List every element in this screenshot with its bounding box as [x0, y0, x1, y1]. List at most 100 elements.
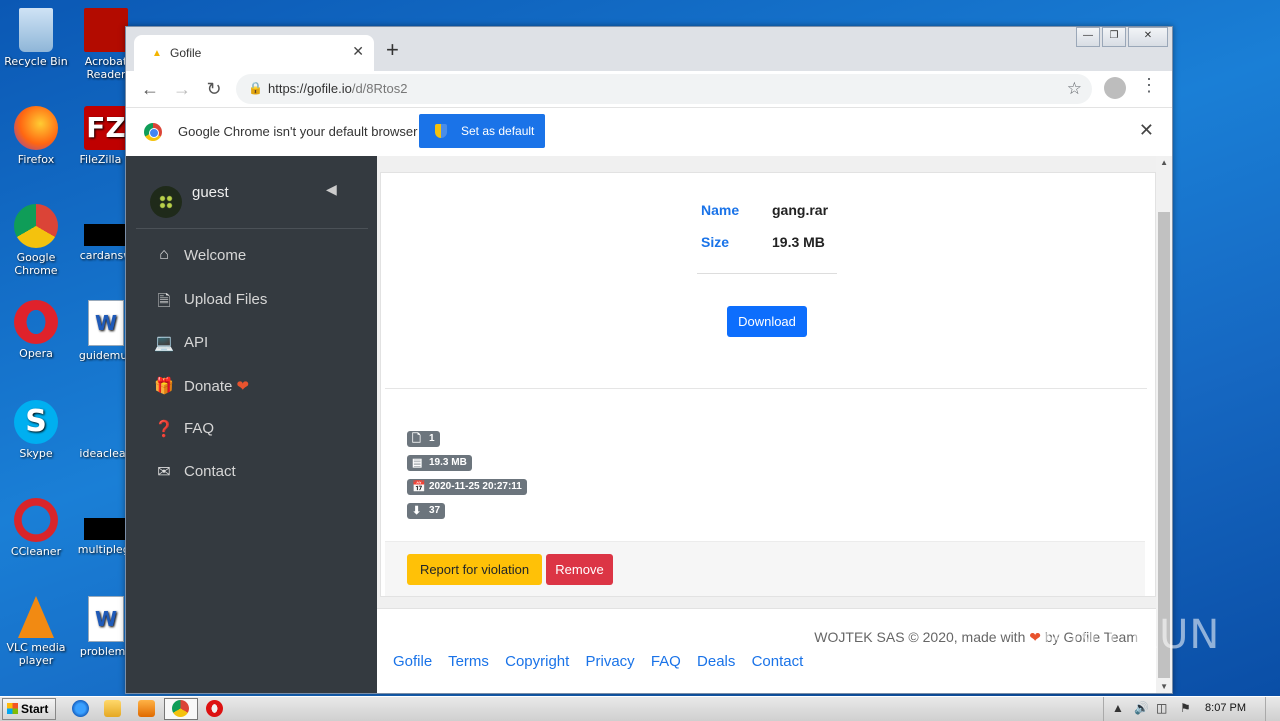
- start-button[interactable]: Start: [2, 698, 56, 720]
- credit-prefix: WOJTEK SAS © 2020, made with: [814, 629, 1026, 645]
- browser-window: ▲ Gofile ✕ + — ❐ ✕ ← → ↻ 🔒 https://gofil…: [125, 26, 1173, 694]
- report-violation-button[interactable]: Report for violation: [407, 554, 542, 585]
- media-player-icon[interactable]: [138, 700, 155, 717]
- footer-link-privacy[interactable]: Privacy: [585, 653, 634, 670]
- vlc-icon: [18, 596, 54, 638]
- opera-icon[interactable]: [206, 700, 223, 717]
- chrome-icon: [172, 700, 189, 717]
- menu-kebab-icon[interactable]: ⋮: [1140, 75, 1158, 96]
- badge-size: 19.3 MB: [429, 457, 467, 468]
- upload-file-icon: 🗎: [157, 293, 171, 310]
- acrobat-reader-icon: [84, 8, 128, 52]
- download-count: 37: [429, 505, 441, 516]
- section-divider: [385, 388, 1147, 389]
- api-icon: 💻: [154, 335, 174, 352]
- footer-link-terms[interactable]: Terms: [448, 653, 489, 670]
- word-doc-icon: W: [88, 300, 124, 346]
- file-icon: [84, 518, 128, 540]
- tab-title: Gofile: [170, 46, 202, 60]
- volume-icon[interactable]: 🔊: [1134, 701, 1149, 715]
- ie-icon[interactable]: [72, 700, 89, 717]
- scrollbar-thumb[interactable]: [1158, 212, 1170, 678]
- desktop-icon-skype[interactable]: S Skype: [0, 400, 72, 460]
- url-host: https://gofile.io: [268, 81, 352, 96]
- firefox-icon: [14, 106, 58, 150]
- clock[interactable]: 8:07 PM: [1205, 702, 1246, 714]
- tab-gofile[interactable]: ▲ Gofile ✕: [134, 35, 374, 71]
- window-close-button[interactable]: ✕: [1128, 27, 1168, 47]
- taskbar-chrome-active[interactable]: [164, 698, 198, 720]
- tab-strip: ▲ Gofile ✕ + — ❐ ✕: [126, 27, 1172, 71]
- set-as-default-label: Set as default: [461, 124, 535, 138]
- sidebar-item-label: Welcome: [184, 247, 247, 264]
- address-bar[interactable]: 🔒 https://gofile.io/d/8Rtos2 ☆: [236, 74, 1092, 104]
- footer-links: Gofile Terms Copyright Privacy FAQ Deals…: [393, 653, 815, 670]
- sidebar-item-welcome[interactable]: ⌂ Welcome: [154, 244, 364, 274]
- scroll-down-icon[interactable]: ▼: [1160, 682, 1168, 691]
- footer-link-contact[interactable]: Contact: [752, 653, 804, 670]
- bookmark-star-icon[interactable]: ☆: [1067, 79, 1082, 99]
- recycle-bin-icon: [19, 8, 53, 52]
- explorer-folder-icon[interactable]: [104, 700, 121, 717]
- avatar: [150, 186, 182, 218]
- sidebar-item-label: Donate ❤: [184, 377, 249, 395]
- anyrun-watermark: ANY.RUN: [1040, 612, 1221, 658]
- download-count-icon: ⬇: [412, 505, 422, 517]
- url-text: https://gofile.io/d/8Rtos2: [268, 81, 407, 96]
- desktop-icon-firefox[interactable]: Firefox: [0, 106, 72, 166]
- sidebar-item-contact[interactable]: ✉ Contact: [154, 460, 364, 490]
- taskbar: Start ▲ 🔊 ◫ ⚑ 8:07 PM: [0, 696, 1280, 721]
- set-as-default-button[interactable]: Set as default: [419, 114, 545, 148]
- desktop-icon-opera[interactable]: Opera: [0, 300, 72, 360]
- tray-expand-icon[interactable]: ▲: [1112, 701, 1124, 715]
- download-button[interactable]: Download: [727, 306, 807, 337]
- profile-avatar-icon[interactable]: [1104, 77, 1126, 99]
- footer-link-gofile[interactable]: Gofile: [393, 653, 432, 670]
- desktop-icon-ccleaner[interactable]: CCleaner: [0, 498, 72, 558]
- footer-link-deals[interactable]: Deals: [697, 653, 735, 670]
- sidebar-item-faq[interactable]: ❓ FAQ: [154, 417, 364, 447]
- footer-link-copyright[interactable]: Copyright: [505, 653, 569, 670]
- infobar-close-icon[interactable]: ✕: [1139, 120, 1154, 141]
- sidebar-collapse-icon[interactable]: ◀: [326, 181, 337, 198]
- restore-button[interactable]: ❐: [1102, 27, 1126, 47]
- tab-close-icon[interactable]: ✕: [352, 43, 364, 60]
- sidebar-item-donate[interactable]: 🎁 Donate ❤: [154, 374, 364, 404]
- url-path: /d/8Rtos2: [351, 81, 408, 96]
- opera-icon: [14, 300, 58, 344]
- sidebar-item-label: API: [184, 334, 209, 351]
- browser-toolbar: ← → ↻ 🔒 https://gofile.io/d/8Rtos2 ☆ ⋮: [126, 71, 1172, 108]
- scroll-up-icon[interactable]: ▲: [1160, 158, 1168, 167]
- windows-logo-icon: [7, 703, 18, 714]
- file-count-badge: 🗋 1: [407, 431, 440, 447]
- date-badge: 📅 2020-11-25 20:27:11: [407, 479, 527, 495]
- sidebar-item-label: Contact: [184, 463, 236, 480]
- reload-icon[interactable]: ↻: [202, 77, 226, 101]
- start-label: Start: [21, 702, 49, 716]
- file-name-value: gang.rar: [772, 202, 829, 218]
- show-desktop-button[interactable]: [1265, 697, 1280, 721]
- desktop-icon-recycle-bin[interactable]: Recycle Bin: [0, 8, 72, 68]
- size-badge: ▤ 19.3 MB: [407, 455, 472, 471]
- sidebar-item-upload-files[interactable]: 🗎 Upload Files: [154, 288, 364, 318]
- forward-arrow-icon[interactable]: →: [170, 77, 194, 101]
- sidebar-item-label: Upload Files: [184, 291, 268, 308]
- new-tab-icon[interactable]: +: [386, 37, 399, 63]
- minimize-button[interactable]: —: [1076, 27, 1100, 47]
- skype-icon: S: [14, 400, 58, 444]
- desktop-icon-chrome[interactable]: Google Chrome: [0, 204, 72, 277]
- desktop-icon-vlc[interactable]: VLC media player: [0, 596, 72, 667]
- default-browser-infobar: Google Chrome isn't your default browser…: [126, 108, 1172, 157]
- footer-link-faq[interactable]: FAQ: [651, 653, 681, 670]
- downloads-badge: ⬇ 37: [407, 503, 446, 519]
- back-arrow-icon[interactable]: ←: [138, 77, 162, 101]
- word-doc-icon: W: [88, 596, 124, 642]
- system-tray: ▲ 🔊 ◫ ⚑ 8:07 PM: [1103, 697, 1280, 721]
- remove-button[interactable]: Remove: [546, 554, 613, 585]
- sidebar-item-api[interactable]: 💻 API: [154, 331, 364, 361]
- file-card: Name gang.rar Size 19.3 MB Download 🗋 1 ▤…: [380, 172, 1156, 597]
- action-center-flag-icon[interactable]: ⚑: [1180, 701, 1191, 715]
- gift-icon: 🎁: [154, 378, 174, 395]
- network-icon[interactable]: ◫: [1156, 701, 1167, 715]
- gofile-favicon-icon: ▲: [152, 48, 162, 59]
